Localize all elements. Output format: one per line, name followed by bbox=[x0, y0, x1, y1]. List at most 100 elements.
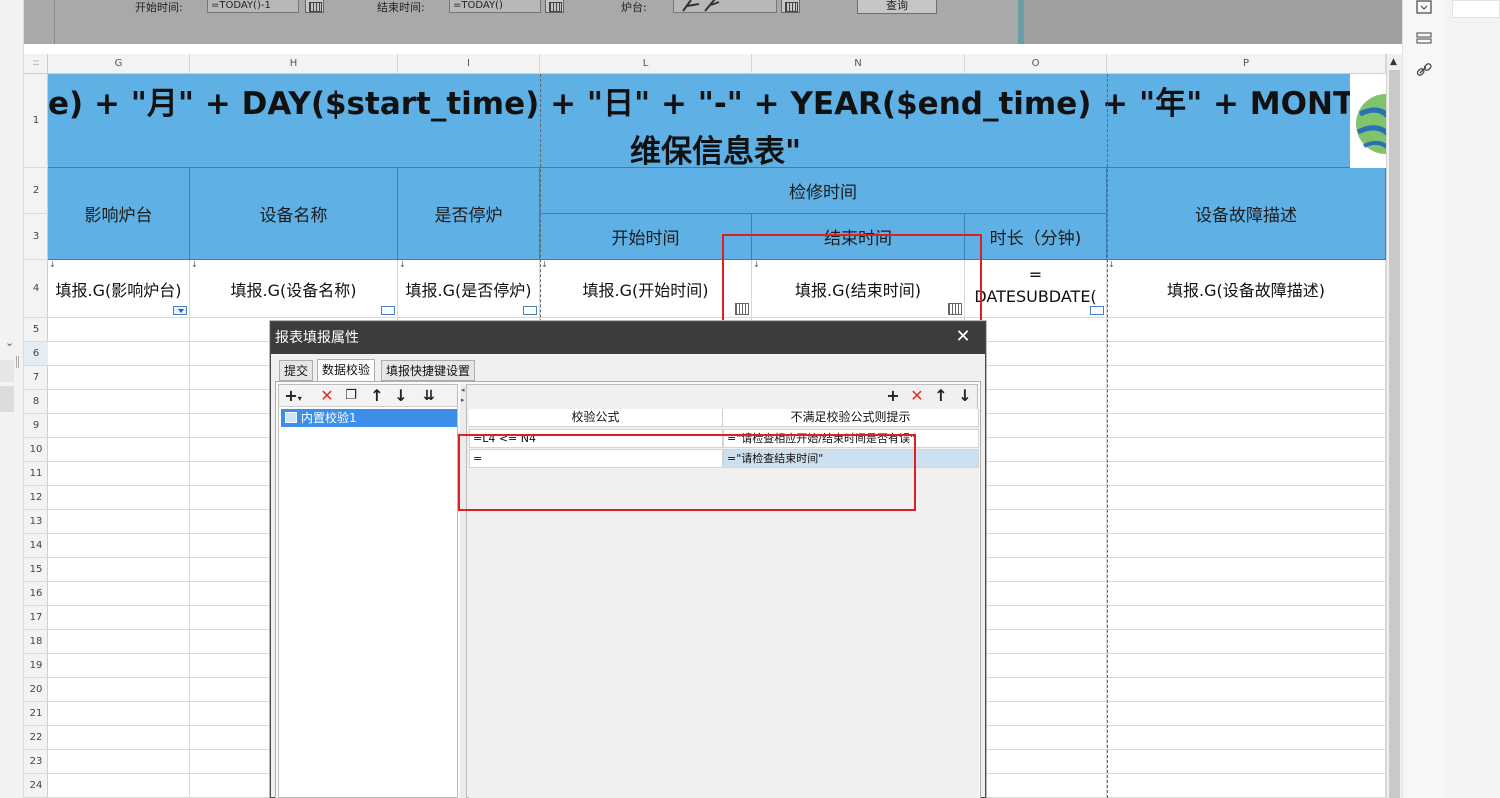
row-header-18[interactable]: 18 bbox=[24, 630, 48, 654]
furnace-picker-icon[interactable] bbox=[781, 0, 800, 13]
row-header-14[interactable]: 14 bbox=[24, 534, 48, 558]
sort-icon[interactable]: ⇊ bbox=[419, 386, 439, 406]
header-end-time[interactable]: 结束时间 bbox=[752, 214, 965, 260]
cell-g4[interactable]: 填报.G(影响炉台) ↓ bbox=[48, 260, 190, 318]
grid-cell[interactable] bbox=[48, 750, 190, 774]
grid-cell[interactable] bbox=[48, 414, 190, 438]
furnace-input[interactable] bbox=[673, 0, 777, 13]
message-cell[interactable]: ="请检查相应开始/结束时间是否有误" bbox=[723, 429, 979, 448]
grid-cell[interactable] bbox=[1107, 654, 1386, 678]
formula-cell[interactable]: =L4 <= N4 bbox=[469, 429, 723, 448]
delete-formula-icon[interactable]: ✕ bbox=[907, 386, 927, 406]
message-cell[interactable]: ="请检查结束时间" bbox=[723, 449, 979, 468]
row-header-8[interactable]: 8 bbox=[24, 390, 48, 414]
grid-cell[interactable] bbox=[965, 558, 1107, 582]
grid-cell[interactable] bbox=[1107, 774, 1386, 798]
date-widget-icon[interactable] bbox=[948, 303, 962, 315]
delete-icon[interactable]: ✕ bbox=[317, 386, 337, 406]
tab-submit[interactable]: 提交 bbox=[279, 360, 314, 381]
grid-cell[interactable] bbox=[1107, 630, 1386, 654]
row-header-11[interactable]: 11 bbox=[24, 462, 48, 486]
end-calendar-icon[interactable] bbox=[545, 0, 564, 13]
grid-cell[interactable] bbox=[965, 534, 1107, 558]
grid-cell[interactable] bbox=[48, 534, 190, 558]
grid-cell[interactable] bbox=[48, 558, 190, 582]
header-fault-desc[interactable]: 设备故障描述 bbox=[1107, 168, 1386, 260]
row-header-16[interactable]: 16 bbox=[24, 582, 48, 606]
row-header-17[interactable]: 17 bbox=[24, 606, 48, 630]
gutter-tab[interactable] bbox=[0, 360, 14, 382]
header-start-time[interactable]: 开始时间 bbox=[540, 214, 752, 260]
grid-cell[interactable] bbox=[965, 678, 1107, 702]
grid-cell[interactable] bbox=[965, 366, 1107, 390]
start-calendar-icon[interactable] bbox=[305, 0, 324, 13]
grid-cell[interactable] bbox=[48, 726, 190, 750]
row-header-20[interactable]: 20 bbox=[24, 678, 48, 702]
grid-cell[interactable] bbox=[48, 486, 190, 510]
grid-cell[interactable] bbox=[965, 438, 1107, 462]
header-affected-furnace[interactable]: 影响炉台 bbox=[48, 168, 190, 260]
row-header-22[interactable]: 22 bbox=[24, 726, 48, 750]
gutter-tab-active[interactable] bbox=[0, 386, 14, 412]
textbox-widget-icon[interactable] bbox=[381, 306, 395, 315]
column-header-p[interactable]: P bbox=[1107, 54, 1386, 74]
row-header-10[interactable]: 10 bbox=[24, 438, 48, 462]
grid-cell[interactable] bbox=[965, 606, 1107, 630]
grid-cell[interactable] bbox=[965, 462, 1107, 486]
row-header-24[interactable]: 24 bbox=[24, 774, 48, 798]
cell-i4[interactable]: 填报.G(是否停炉) ↓ bbox=[398, 260, 540, 318]
column-header-h[interactable]: H bbox=[190, 54, 398, 74]
grid-cell[interactable] bbox=[965, 702, 1107, 726]
copy-icon[interactable]: ❐ bbox=[341, 386, 361, 406]
layer-properties-icon[interactable] bbox=[1415, 30, 1433, 48]
grid-cell[interactable] bbox=[1107, 510, 1386, 534]
column-header-n[interactable]: N bbox=[752, 54, 965, 74]
scroll-up-icon[interactable]: ▲ bbox=[1390, 57, 1397, 67]
row-header-1[interactable]: 1 bbox=[24, 74, 48, 168]
textbox-widget-icon[interactable] bbox=[523, 306, 537, 315]
column-header-l[interactable]: L bbox=[540, 54, 752, 74]
row-header-12[interactable]: 12 bbox=[24, 486, 48, 510]
grid-cell[interactable] bbox=[48, 390, 190, 414]
row-header-5[interactable]: 5 bbox=[24, 318, 48, 342]
grid-cell[interactable] bbox=[48, 366, 190, 390]
grid-cell[interactable] bbox=[48, 462, 190, 486]
grid-cell[interactable] bbox=[48, 342, 190, 366]
header-repair-time[interactable]: 检修时间 bbox=[540, 168, 1107, 214]
cell-n4[interactable]: 填报.G(结束时间) ↓ bbox=[752, 260, 965, 318]
row-header-3[interactable]: 3 bbox=[24, 214, 48, 260]
grid-cell[interactable] bbox=[1107, 678, 1386, 702]
dropdown-widget-icon[interactable] bbox=[173, 306, 187, 315]
row-header-2[interactable]: 2 bbox=[24, 168, 48, 214]
row-header-4[interactable]: 4 bbox=[24, 260, 48, 318]
grid-cell[interactable] bbox=[965, 630, 1107, 654]
grid-cell[interactable] bbox=[1107, 462, 1386, 486]
query-button[interactable]: 查询 bbox=[857, 0, 937, 14]
grid-cell[interactable] bbox=[965, 342, 1107, 366]
column-header-o[interactable]: O bbox=[965, 54, 1107, 74]
textbox-widget-icon[interactable] bbox=[1090, 306, 1104, 315]
grid-cell[interactable] bbox=[1107, 366, 1386, 390]
add-formula-icon[interactable]: + bbox=[883, 386, 903, 406]
formula-up-icon[interactable]: ↑ bbox=[931, 386, 951, 406]
resize-grip[interactable] bbox=[16, 356, 19, 368]
grid-cell[interactable] bbox=[48, 318, 190, 342]
end-time-input[interactable]: =TODAY() bbox=[449, 0, 541, 13]
cell-l4[interactable]: 填报.G(开始时间) ↓ bbox=[540, 260, 752, 318]
column-header-g[interactable]: G bbox=[48, 54, 190, 74]
grid-cell[interactable] bbox=[965, 318, 1107, 342]
tab-shortcut-settings[interactable]: 填报快捷键设置 bbox=[381, 360, 476, 381]
grid-cell[interactable] bbox=[1107, 390, 1386, 414]
select-all-corner[interactable]: ::: bbox=[24, 54, 48, 74]
grid-cell[interactable] bbox=[48, 774, 190, 798]
move-up-icon[interactable]: ↑ bbox=[367, 386, 387, 406]
row-header-23[interactable]: 23 bbox=[24, 750, 48, 774]
header-is-stopped[interactable]: 是否停炉 bbox=[398, 168, 540, 260]
collapse-left-icon[interactable]: ◂ bbox=[461, 386, 465, 394]
grid-cell[interactable] bbox=[1107, 318, 1386, 342]
start-time-input[interactable]: =TODAY()-1 bbox=[207, 0, 299, 13]
grid-cell[interactable] bbox=[48, 606, 190, 630]
grid-cell[interactable] bbox=[48, 702, 190, 726]
grid-cell[interactable] bbox=[48, 654, 190, 678]
hyperlink-icon[interactable] bbox=[1415, 62, 1433, 80]
